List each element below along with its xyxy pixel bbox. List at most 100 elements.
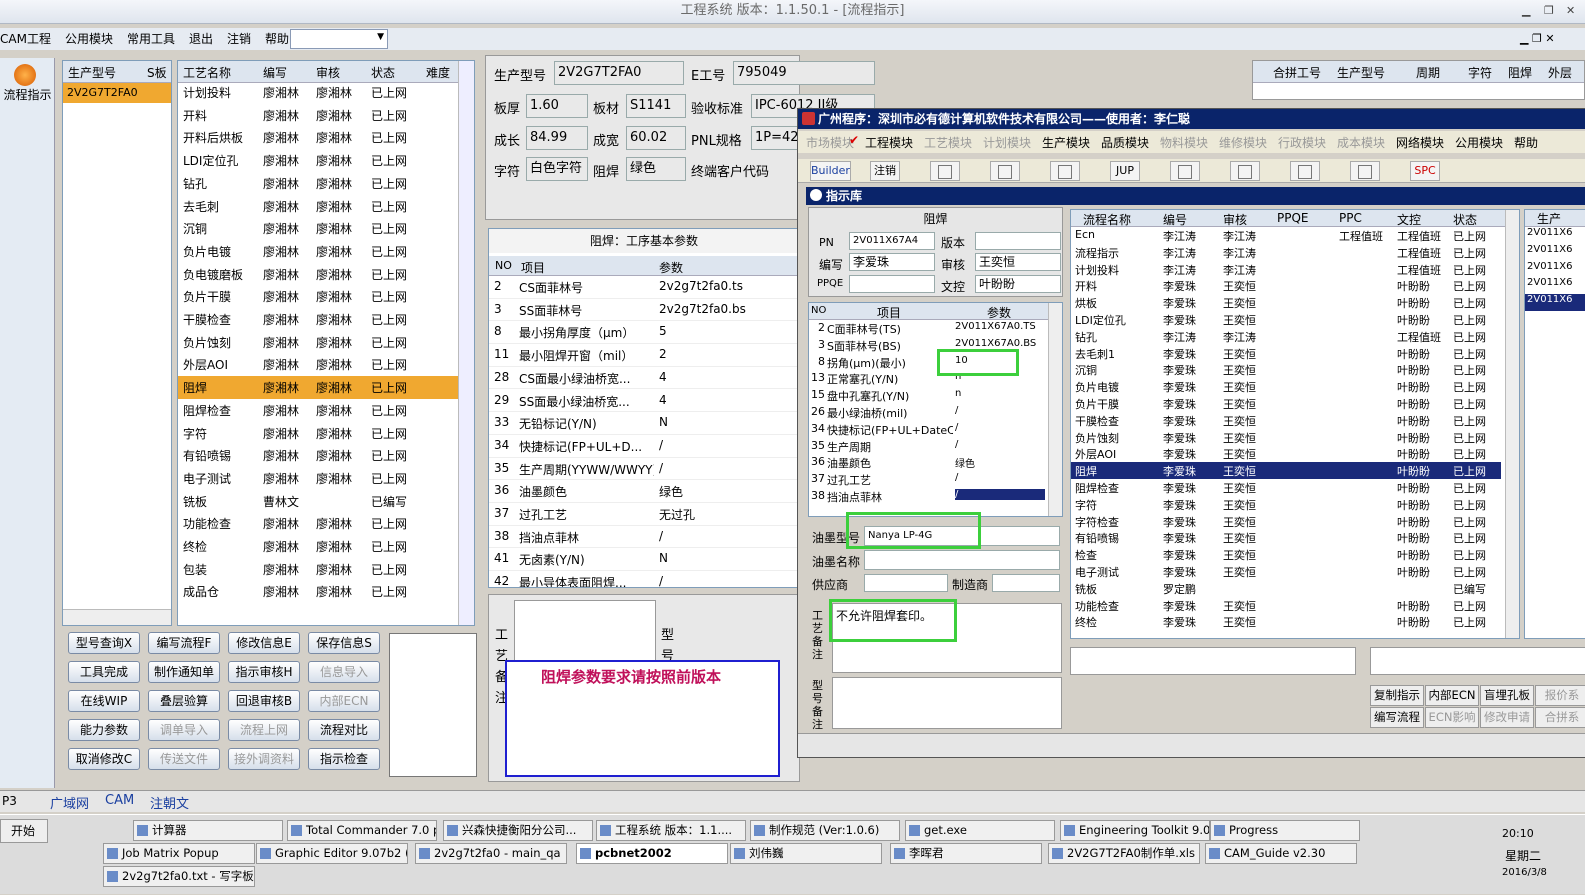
taskbar-item[interactable]: Job Matrix Popup — [103, 843, 255, 864]
writer-field[interactable]: 李爱珠 — [849, 253, 935, 271]
menu-exit[interactable]: 退出 — [189, 28, 213, 50]
taskbar-item[interactable]: Total Commander 7.0 p... — [287, 820, 437, 841]
mat-field[interactable]: S1141 — [626, 94, 686, 118]
action-button[interactable]: 型号查询X — [68, 632, 140, 654]
minimize-icon[interactable]: ▁ — [1522, 4, 1530, 17]
action-button[interactable]: 传送文件 — [148, 748, 220, 770]
tab-p3[interactable]: P3 — [2, 794, 17, 808]
toolbar-button[interactable] — [930, 161, 960, 181]
col-header-s[interactable]: S板 — [147, 64, 167, 81]
menu-tools[interactable]: 常用工具 — [127, 28, 175, 50]
table-row[interactable]: 负片电镀 李爱珠 王奕恒 叶盼盼 已上网 — [1071, 378, 1501, 395]
table-row[interactable]: LDI定位孔 廖湘林 廖湘林 已上网 — [178, 149, 458, 172]
pn-field[interactable]: 2V011X67A4 — [849, 232, 935, 250]
toolbar-button[interactable] — [1050, 161, 1080, 181]
col-header[interactable]: 周期 — [1416, 64, 1440, 81]
taskbar-item[interactable]: pcbnet2002 — [576, 843, 728, 864]
ppqe-field[interactable] — [849, 275, 935, 293]
tab-user[interactable]: 注朝文 — [150, 793, 189, 812]
action-button[interactable]: 叠层验算 — [148, 690, 220, 712]
col-header[interactable]: 文控 — [1397, 211, 1421, 228]
doc-field[interactable]: 叶盼盼 — [975, 275, 1061, 293]
toolbar-button[interactable] — [1290, 161, 1320, 181]
prod-field[interactable]: 2V2G7T2FA0 — [554, 61, 684, 85]
list-item[interactable]: 2V011X6 — [1525, 261, 1585, 278]
table-row[interactable]: 阻焊检查 廖湘林 廖湘林 已上网 — [178, 399, 458, 422]
taskbar-item[interactable]: get.exe — [905, 820, 1055, 841]
wid-field[interactable]: 60.02 — [626, 126, 686, 150]
overlay-menu-item[interactable]: 成本模块 — [1337, 134, 1385, 151]
table-row[interactable]: 11 最小阻焊开窗（mil） 2 — [489, 344, 799, 367]
action-button[interactable]: 制作通知单 — [148, 661, 220, 683]
table-row[interactable]: 功能检查 李爱珠 王奕恒 叶盼盼 已上网 — [1071, 597, 1501, 614]
taskbar-item[interactable]: 2v2g7t2fa0 - main_qa — [415, 843, 567, 864]
table-row[interactable]: 41 无卤素(Y/N) N — [489, 548, 799, 572]
table-row[interactable]: 铣板 曹林文 已编写 — [178, 490, 458, 513]
flow-icon[interactable] — [14, 64, 36, 86]
table-row[interactable]: 33 无铅标记(Y/N) N — [489, 412, 799, 435]
overlay-menu-item[interactable]: 公用模块 — [1455, 134, 1503, 151]
table-row[interactable]: 烘板 李爱珠 王奕恒 叶盼盼 已上网 — [1071, 294, 1501, 311]
col-header[interactable]: PPQE — [1277, 211, 1309, 225]
reviewer-field[interactable]: 王奕恒 — [975, 253, 1061, 271]
action-button[interactable]: 指示检查 — [308, 748, 380, 770]
toolbar-button[interactable]: Builder — [810, 161, 851, 181]
taskbar-item[interactable]: 刘伟巍 — [730, 843, 882, 864]
overlay-menu-item[interactable]: 品质模块 — [1101, 134, 1149, 151]
taskbar-item[interactable]: 制作规范 (Ver:1.0.6) — [750, 820, 900, 841]
table-row[interactable]: 29 SS面最小绿油桥宽... 4 — [489, 390, 799, 413]
len-field[interactable]: 84.99 — [526, 126, 588, 150]
overlay-menu-item[interactable]: 帮助 — [1514, 134, 1538, 151]
table-row[interactable]: 流程指示 李江涛 李江涛 工程值班 已上网 — [1071, 244, 1501, 261]
action-button[interactable]: 流程上网 — [228, 719, 300, 741]
table-row[interactable]: 字符 李爱珠 王奕恒 叶盼盼 已上网 — [1071, 496, 1501, 513]
table-row[interactable]: 电子测试 李爱珠 王奕恒 叶盼盼 已上网 — [1071, 563, 1501, 580]
overlay-button[interactable]: 内部ECN — [1425, 685, 1479, 706]
col-header-reviewer[interactable]: 审核 — [316, 64, 340, 81]
col-header-difficulty[interactable]: 难度 — [426, 64, 450, 81]
table-row[interactable]: 阻焊 廖湘林 廖湘林 已上网 — [178, 376, 458, 399]
overlay-menu-item[interactable]: 生产模块 — [1042, 134, 1090, 151]
taskbar-item[interactable]: 兴森快捷衡阳分公司... — [443, 820, 593, 841]
menu-logout[interactable]: 注销 — [227, 28, 251, 50]
table-row[interactable]: 8 最小拐角厚度（μm） 5 — [489, 321, 799, 345]
taskbar-item[interactable]: 工程系统 版本：1.1.... — [596, 820, 746, 841]
list-item[interactable]: 2V011X6 — [1525, 227, 1585, 244]
pnl-field[interactable]: 1P=42 — [751, 126, 799, 150]
col-header[interactable]: 阻焊 — [1508, 64, 1532, 81]
table-row[interactable]: 有铅喷锡 廖湘林 廖湘林 已上网 — [178, 444, 458, 467]
tab-wan[interactable]: 广域网 — [50, 793, 89, 812]
taskbar-item[interactable]: Progress — [1210, 820, 1360, 841]
overlay-menu-item[interactable]: 市场模块 — [806, 134, 854, 151]
table-row[interactable]: 34 快捷标记(FP+UL+D... / — [489, 435, 799, 458]
table-row[interactable]: 34 快捷标记(FP+UL+DateCo / — [809, 421, 1047, 438]
table-row[interactable]: 电子测试 廖湘林 廖湘林 已上网 — [178, 467, 458, 490]
taskbar-item[interactable]: CAM_Guide v2.30 — [1205, 843, 1357, 864]
action-button[interactable]: 工具完成 — [68, 661, 140, 683]
overlay-button[interactable]: 报价系 — [1535, 685, 1585, 706]
overlay-menu-item[interactable]: 物料模块 — [1160, 134, 1208, 151]
table-row[interactable]: 35 生产周期 / — [809, 438, 1047, 455]
table-row[interactable]: 负片蚀刻 廖湘林 廖湘林 已上网 — [178, 331, 458, 354]
overlay-menu-item[interactable]: 工程模块 — [865, 134, 913, 151]
table-row[interactable]: 终检 廖湘林 廖湘林 已上网 — [178, 535, 458, 558]
table-row[interactable]: 26 最小绿油桥(mil) / — [809, 404, 1047, 421]
col-header-product[interactable]: 生产型号 — [68, 64, 116, 81]
toolbar-button[interactable]: 注销 — [870, 161, 900, 181]
vertical-scrollbar[interactable] — [1505, 210, 1519, 638]
action-button[interactable]: 指示审核H — [228, 661, 300, 683]
table-row[interactable]: 负电镀磨板 廖湘林 廖湘林 已上网 — [178, 263, 458, 286]
mdi-controls[interactable]: ▁ ❐ ✕ — [1520, 32, 1555, 45]
col-header[interactable]: 外层 — [1548, 64, 1572, 81]
col-header[interactable]: 生产型号 — [1337, 64, 1385, 81]
table-row[interactable]: 36 油墨颜色 绿色 — [809, 454, 1047, 471]
table-row[interactable]: 字符 廖湘林 廖湘林 已上网 — [178, 422, 458, 445]
menu-help[interactable]: 帮助 — [265, 28, 289, 50]
action-button[interactable]: 接外调资料 — [228, 748, 300, 770]
sm-field[interactable]: 绿色 — [626, 157, 686, 181]
search-box-1[interactable] — [1070, 647, 1356, 675]
taskbar-item[interactable]: 2V2G7T2FA0制作单.xls ... — [1048, 843, 1200, 864]
overlay-button[interactable]: 盲埋孔板 — [1480, 685, 1534, 706]
table-row[interactable]: 钻孔 廖湘林 廖湘林 已上网 — [178, 172, 458, 195]
action-button[interactable]: 调单导入 — [148, 719, 220, 741]
